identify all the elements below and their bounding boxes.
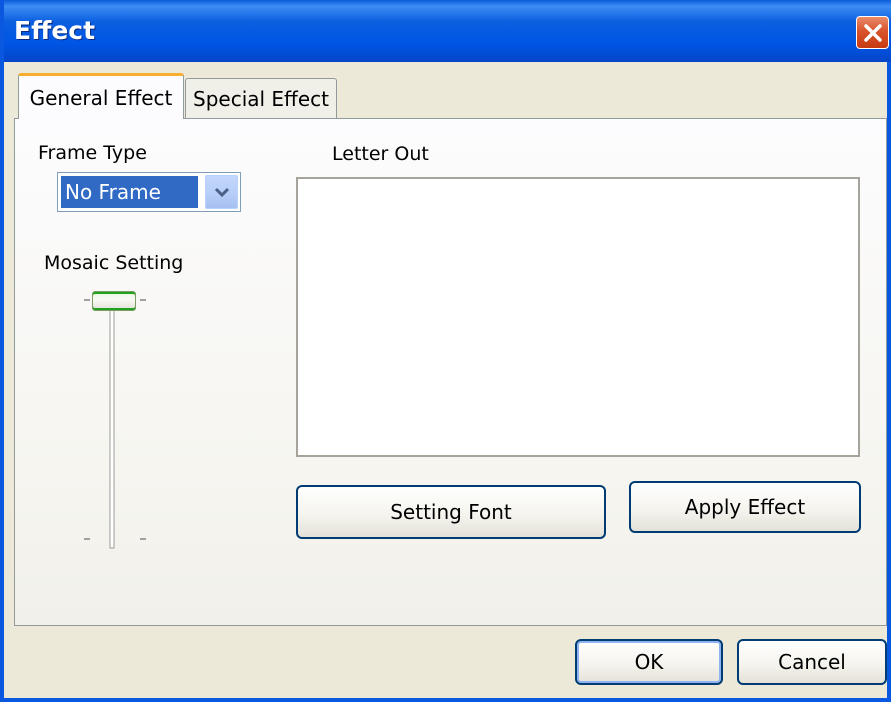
close-icon — [863, 23, 882, 42]
apply-effect-button[interactable]: Apply Effect — [629, 481, 861, 533]
letter-out-textbox[interactable] — [296, 177, 860, 457]
mosaic-slider-graphic — [84, 293, 146, 549]
tab-general-effect-label: General Effect — [29, 85, 173, 110]
tab-general-effect[interactable]: General Effect — [18, 73, 184, 119]
cancel-button[interactable]: Cancel — [737, 639, 887, 685]
ok-button[interactable]: OK — [575, 639, 723, 685]
apply-effect-button-label: Apply Effect — [684, 495, 806, 519]
setting-font-button-label: Setting Font — [390, 500, 512, 524]
window-title: Effect — [14, 16, 96, 45]
tab-special-effect-label: Special Effect — [193, 86, 329, 111]
frame-type-dropdown-button[interactable] — [205, 175, 238, 209]
frame-type-select[interactable]: No Frame — [57, 172, 241, 212]
cancel-button-label: Cancel — [778, 650, 846, 674]
chevron-down-icon — [214, 187, 229, 198]
effect-dialog: Effect General Effect Special Effect Fra… — [0, 0, 891, 702]
tab-special-effect[interactable]: Special Effect — [185, 78, 337, 118]
ok-button-label: OK — [634, 650, 664, 674]
title-bar[interactable]: Effect — [4, 0, 891, 62]
mosaic-slider-thumb[interactable] — [92, 291, 136, 311]
close-button[interactable] — [856, 16, 889, 49]
setting-font-button[interactable]: Setting Font — [296, 485, 606, 539]
mosaic-slider[interactable] — [74, 280, 164, 560]
frame-type-value: No Frame — [61, 176, 198, 208]
